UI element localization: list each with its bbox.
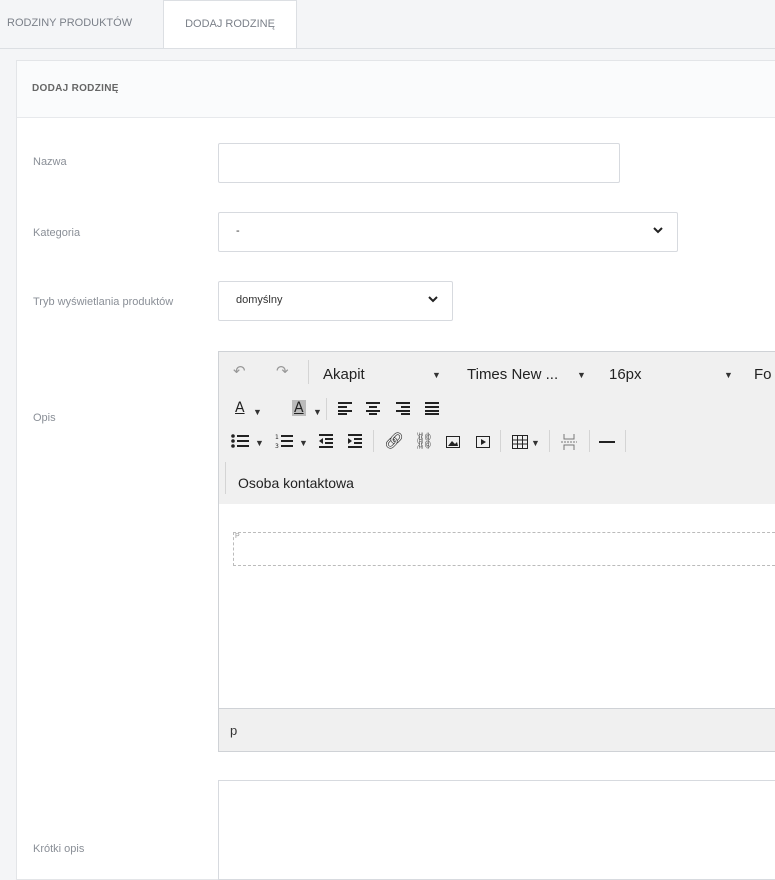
description-label: Opis — [33, 412, 56, 424]
description-editor[interactable]: ↶ ↷ Akapit ▼ Times New ... ▼ 16px ▼ Fo A… — [218, 351, 775, 752]
align-left-icon[interactable] — [337, 401, 353, 415]
outdent-icon[interactable] — [318, 434, 334, 448]
display-mode-select[interactable]: domyślny — [218, 281, 453, 321]
name-input[interactable] — [218, 143, 620, 183]
tab-add-family[interactable]: DODAJ RODZINĘ — [163, 0, 297, 48]
chevron-down-icon: ▼ — [432, 370, 441, 380]
svg-text:1: 1 — [275, 434, 279, 441]
chevron-down-icon — [653, 227, 663, 234]
bg-color-icon[interactable]: A — [292, 400, 306, 416]
short-description-editor[interactable] — [218, 780, 775, 880]
font-family-dropdown[interactable]: Times New ... — [467, 366, 558, 383]
toolbar-separator — [549, 430, 550, 452]
chevron-down-icon: ▼ — [724, 370, 733, 380]
unlink-icon[interactable]: ⛓︎ — [414, 431, 434, 450]
format-dropdown[interactable]: Akapit — [323, 366, 365, 383]
editor-statusbar: p — [219, 708, 775, 751]
toolbar-separator — [308, 360, 309, 384]
paragraph-block[interactable] — [233, 532, 775, 566]
chevron-down-icon[interactable]: ▼ — [313, 407, 322, 417]
chevron-down-icon[interactable]: ▼ — [531, 438, 540, 448]
editor-content-area[interactable]: P — [219, 504, 775, 709]
editor-toolbar: ↶ ↷ Akapit ▼ Times New ... ▼ 16px ▼ Fo A… — [219, 352, 775, 505]
chevron-down-icon — [428, 296, 438, 303]
text-color-icon[interactable]: A — [235, 400, 245, 416]
chevron-down-icon: ▼ — [577, 370, 586, 380]
tab-product-families[interactable]: RODZINY PRODUKTÓW — [7, 0, 132, 47]
chevron-down-icon[interactable]: ▼ — [255, 438, 264, 448]
toolbar-separator — [225, 462, 226, 494]
paragraph-marker-icon: P — [235, 533, 240, 540]
svg-text:3: 3 — [275, 443, 279, 449]
name-label: Nazwa — [33, 156, 67, 168]
toolbar-separator — [500, 430, 501, 452]
bullet-list-icon[interactable] — [231, 433, 249, 449]
link-icon[interactable]: 🔗︎ — [384, 431, 404, 450]
formats-dropdown[interactable]: Fo — [754, 366, 772, 383]
align-justify-icon[interactable] — [424, 401, 440, 415]
toolbar-separator — [589, 430, 590, 452]
align-right-icon[interactable] — [395, 401, 411, 415]
image-icon[interactable] — [446, 436, 460, 448]
horizontal-rule-icon[interactable] — [599, 440, 615, 444]
panel-title: DODAJ RODZINĘ — [32, 83, 119, 94]
category-select[interactable]: - — [218, 212, 678, 252]
indent-icon[interactable] — [347, 434, 363, 448]
undo-icon[interactable]: ↶ — [233, 362, 246, 380]
toolbar-separator — [373, 430, 374, 452]
contact-person-button[interactable]: Osoba kontaktowa — [238, 475, 354, 491]
panel-header: DODAJ RODZINĘ — [17, 61, 775, 118]
table-icon[interactable] — [512, 435, 528, 449]
category-label: Kategoria — [33, 227, 81, 239]
element-path[interactable]: p — [230, 723, 237, 738]
page-break-icon[interactable] — [561, 434, 577, 450]
numbered-list-icon[interactable]: 13 — [275, 433, 293, 449]
redo-icon[interactable]: ↷ — [276, 362, 289, 380]
category-selected-value: - — [236, 225, 240, 237]
toolbar-separator — [326, 398, 327, 420]
display-mode-label: Tryb wyświetlania produktów — [33, 296, 174, 308]
tab-bar: RODZINY PRODUKTÓW DODAJ RODZINĘ — [0, 0, 775, 49]
display-mode-selected-value: domyślny — [236, 294, 283, 306]
font-size-dropdown[interactable]: 16px — [609, 366, 642, 383]
toolbar-separator — [625, 430, 626, 452]
chevron-down-icon[interactable]: ▼ — [253, 407, 262, 417]
align-center-icon[interactable] — [365, 401, 381, 415]
media-icon[interactable] — [476, 436, 490, 448]
short-description-label: Krótki opis — [33, 843, 85, 855]
chevron-down-icon[interactable]: ▼ — [299, 438, 308, 448]
